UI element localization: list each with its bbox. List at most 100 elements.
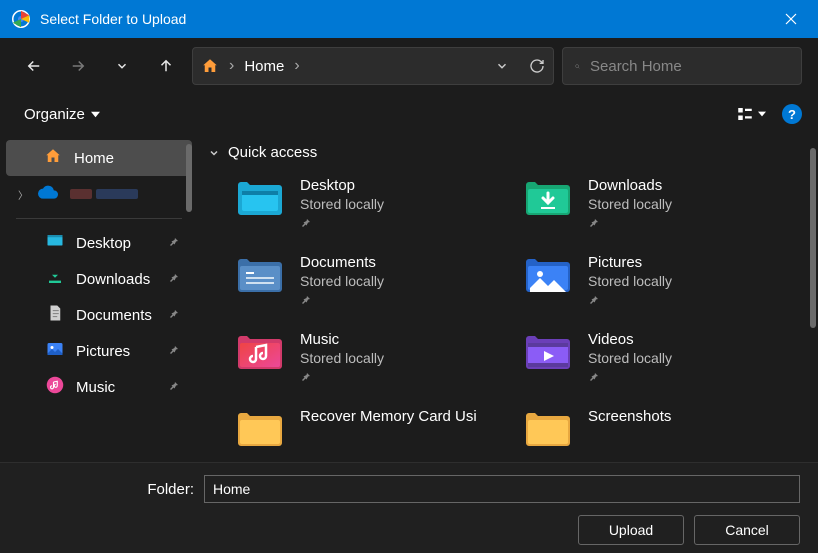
item-subtitle: Stored locally	[588, 196, 672, 212]
folder-item-pictures[interactable]: Pictures Stored locally	[524, 254, 802, 311]
pin-icon	[300, 293, 384, 311]
recent-button[interactable]	[104, 48, 140, 84]
sidebar-item-cloud[interactable]: 〉	[6, 176, 192, 212]
arrow-up-icon	[157, 57, 175, 75]
chevron-down-icon	[115, 59, 129, 73]
toolbar: Organize ?	[0, 94, 818, 134]
folder-item-videos[interactable]: Videos Stored locally	[524, 331, 802, 388]
sidebar-item-home[interactable]: Home	[6, 140, 192, 176]
sidebar-item-pictures[interactable]: Pictures	[6, 333, 192, 369]
sidebar-item-downloads[interactable]: Downloads	[6, 261, 192, 297]
back-button[interactable]	[16, 48, 52, 84]
folder-item-downloads[interactable]: Downloads Stored locally	[524, 177, 802, 234]
pin-icon	[588, 370, 672, 388]
scrollbar[interactable]	[810, 148, 816, 328]
content: Home 〉 Desktop Downloads Documents Pictures Mu…	[0, 134, 818, 462]
folder-item-desktop[interactable]: Desktop Stored locally	[236, 177, 514, 234]
sidebar-item-desktop[interactable]: Desktop	[6, 225, 192, 261]
caret-down-icon	[758, 110, 766, 118]
app-icon	[12, 10, 30, 28]
breadcrumb-current[interactable]: Home	[244, 58, 284, 75]
sidebar-item-label	[70, 189, 180, 199]
sidebar: Home 〉 Desktop Downloads Documents Pictures Mu…	[0, 134, 192, 462]
home-icon	[201, 57, 219, 75]
window-title: Select Folder to Upload	[40, 11, 768, 27]
sidebar-item-label: Documents	[76, 307, 156, 324]
videos-folder-icon	[524, 331, 572, 371]
navbar: › Home ›	[0, 38, 818, 94]
sidebar-item-documents[interactable]: Documents	[6, 297, 192, 333]
forward-button[interactable]	[60, 48, 96, 84]
close-button[interactable]	[768, 0, 814, 38]
pictures-icon	[46, 340, 64, 362]
search-bar[interactable]	[562, 47, 802, 85]
sidebar-item-music[interactable]: Music	[6, 369, 192, 405]
help-button[interactable]: ?	[782, 104, 802, 124]
folder-label: Folder:	[18, 481, 194, 498]
sidebar-item-label: Music	[76, 379, 156, 396]
folder-item-folder[interactable]: Recover Memory Card Usi	[236, 408, 514, 448]
expand-icon[interactable]: 〉	[18, 187, 30, 202]
item-subtitle: Stored locally	[300, 273, 384, 289]
item-subtitle: Stored locally	[588, 350, 672, 366]
close-icon	[785, 13, 797, 25]
organize-button[interactable]: Organize	[16, 102, 108, 127]
folder-item-documents[interactable]: Documents Stored locally	[236, 254, 514, 311]
pin-icon	[168, 271, 180, 288]
pin-icon	[168, 307, 180, 324]
folder-input[interactable]	[204, 475, 800, 503]
downloads-icon	[46, 268, 64, 290]
arrow-right-icon	[69, 57, 87, 75]
address-bar[interactable]: › Home ›	[192, 47, 554, 85]
item-subtitle: Stored locally	[300, 350, 384, 366]
section-header[interactable]: Quick access	[208, 144, 802, 161]
chevron-down-icon[interactable]	[495, 59, 509, 73]
desktop-folder-icon	[236, 177, 284, 217]
documents-folder-icon	[236, 254, 284, 294]
up-button[interactable]	[148, 48, 184, 84]
view-mode-button[interactable]	[730, 101, 772, 127]
folder-item-music[interactable]: Music Stored locally	[236, 331, 514, 388]
home-icon	[44, 147, 62, 169]
item-name: Downloads	[588, 177, 672, 194]
cloud-icon	[38, 185, 58, 203]
sidebar-item-label: Desktop	[76, 235, 156, 252]
search-icon	[575, 59, 580, 74]
item-name: Pictures	[588, 254, 672, 271]
titlebar: Select Folder to Upload	[0, 0, 818, 38]
documents-icon	[46, 304, 64, 326]
pin-icon	[168, 379, 180, 396]
pin-icon	[300, 216, 384, 234]
breadcrumb-separator: ›	[294, 57, 299, 75]
item-name: Desktop	[300, 177, 384, 194]
footer: Folder: Upload Cancel	[0, 462, 818, 553]
pin-icon	[168, 235, 180, 252]
item-subtitle: Stored locally	[300, 196, 384, 212]
pin-icon	[300, 370, 384, 388]
downloads-folder-icon	[524, 177, 572, 217]
upload-button[interactable]: Upload	[578, 515, 684, 545]
pin-icon	[588, 216, 672, 234]
breadcrumb-separator: ›	[229, 57, 234, 75]
sidebar-item-label: Pictures	[76, 343, 156, 360]
pin-icon	[588, 293, 672, 311]
item-name: Videos	[588, 331, 672, 348]
refresh-icon[interactable]	[529, 58, 545, 74]
sidebar-item-label: Home	[74, 150, 180, 167]
search-input[interactable]	[590, 58, 789, 75]
item-name: Music	[300, 331, 384, 348]
folder-folder-icon	[236, 408, 284, 448]
chevron-down-icon	[208, 147, 220, 159]
cancel-button[interactable]: Cancel	[694, 515, 800, 545]
pin-icon	[168, 343, 180, 360]
main-panel: Quick access DesktopStored locallyDownlo…	[192, 134, 818, 462]
item-name: Recover Memory Card Usi	[300, 408, 477, 425]
item-subtitle: Stored locally	[588, 273, 672, 289]
folder-item-folder[interactable]: Screenshots	[524, 408, 802, 448]
folder-folder-icon	[524, 408, 572, 448]
item-name: Documents	[300, 254, 384, 271]
list-view-icon	[736, 105, 754, 123]
pictures-folder-icon	[524, 254, 572, 294]
desktop-icon	[46, 232, 64, 254]
caret-down-icon	[91, 110, 100, 119]
